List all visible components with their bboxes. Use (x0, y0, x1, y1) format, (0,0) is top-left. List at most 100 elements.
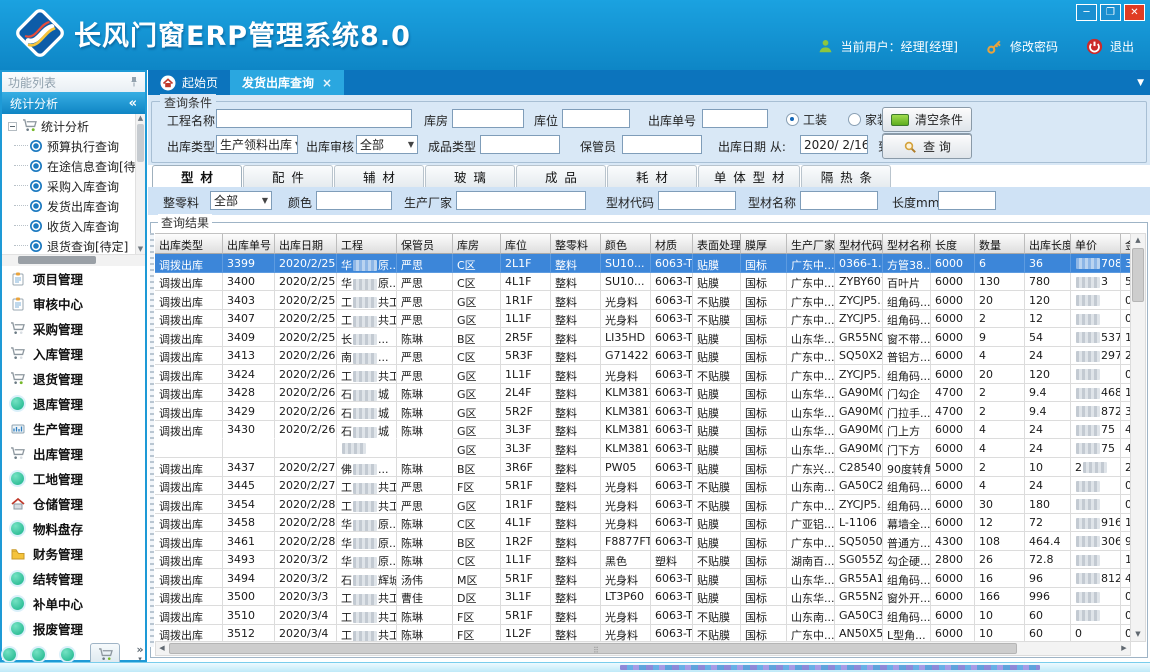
workwear-radio[interactable]: 工装 (786, 111, 827, 128)
scroll-down-icon[interactable]: ▼ (136, 245, 145, 254)
table-row[interactable]: 调拨出库34942020/3/2石辉城汤伟M区5R1F整料光身料6063-T5贴… (155, 569, 1131, 588)
dot-icon[interactable] (61, 648, 74, 661)
table-row[interactable]: 调拨出库34302020/2/26石城陈琳G区3L3F整料KLM38176063… (155, 421, 1131, 440)
column-header[interactable]: 出库类型 (155, 234, 223, 254)
table-horizontal-scrollbar[interactable]: ◀ ⠿ ▶ (155, 641, 1131, 656)
column-header[interactable]: 工程 (337, 234, 397, 254)
column-header[interactable]: 型材名称 (883, 234, 931, 254)
search-button[interactable]: 查 询 (882, 134, 972, 159)
change-password-link[interactable]: 修改密码 (1010, 38, 1058, 55)
sidebar-item-财务管理[interactable]: 财务管理 (2, 541, 145, 566)
tree-item[interactable]: 采购入库查询 (2, 176, 136, 196)
logout-link[interactable]: 退出 (1110, 38, 1134, 55)
tree-item[interactable]: 预算执行查询 (2, 136, 136, 156)
tree-horizontal-scrollbar[interactable] (2, 254, 145, 266)
profile-code-input[interactable] (658, 191, 736, 210)
column-header[interactable]: 库房 (453, 234, 501, 254)
material-tab-单体型材[interactable]: 单体型材 (698, 165, 800, 187)
close-button[interactable]: ✕ (1124, 4, 1145, 21)
material-tab-成品[interactable]: 成品 (516, 165, 606, 187)
sidebar-item-物料盘存[interactable]: 物料盘存 (2, 516, 145, 541)
scrollbar-thumb[interactable] (1132, 248, 1144, 302)
column-header[interactable]: 生产厂家 (787, 234, 835, 254)
expander-icon[interactable] (8, 122, 17, 131)
table-row[interactable]: 调拨出库34612020/2/28华原...陈琳B区1R2F整料F8877FT6… (155, 532, 1131, 551)
column-header[interactable]: 数量 (975, 234, 1025, 254)
column-header[interactable]: 型材代码 (835, 234, 883, 254)
product-type-input[interactable] (480, 135, 560, 154)
statistics-section-header[interactable]: 统计分析 « (2, 92, 145, 114)
sidebar-item-报废管理[interactable]: 报废管理 (2, 616, 145, 641)
column-header[interactable]: 颜色 (601, 234, 651, 254)
collapse-icon[interactable]: « (129, 96, 137, 111)
material-tab-耗材[interactable]: 耗材 (607, 165, 697, 187)
sidebar-item-出库管理[interactable]: 出库管理 (2, 441, 145, 466)
sidebar-item-项目管理[interactable]: 项目管理 (2, 266, 145, 291)
scroll-up-icon[interactable]: ▲ (1131, 234, 1145, 247)
tree-item[interactable]: 发货出库查询 (2, 196, 136, 216)
table-row[interactable]: 调拨出库34032020/2/25工共工程严思G区1R1F整料光身料6063-T… (155, 291, 1131, 310)
material-tab-型材[interactable]: 型材 (152, 165, 242, 187)
overflow-chevron-icon[interactable]: »▾ (136, 646, 143, 663)
table-row[interactable]: 调拨出库34542020/2/28工共工程严思G区1R1F整料光身料6063-T… (155, 495, 1131, 514)
sidebar-item-采购管理[interactable]: 采购管理 (2, 316, 145, 341)
scrollbar-thumb[interactable] (137, 124, 144, 162)
table-row[interactable]: G区3L3F整料KLM38176063-T5贴膜国标山东华...GA90M09.… (155, 439, 1131, 458)
table-row[interactable]: 调拨出库34092020/2/25长...陈琳B区2R5F整料LI35HD606… (155, 328, 1131, 347)
column-header[interactable]: 保管员 (397, 234, 453, 254)
table-row[interactable]: 调拨出库35002020/3/3工共工程曹佳D区3L1F整料LT3P606063… (155, 588, 1131, 607)
tree-item[interactable]: 退货查询[待定] (2, 236, 136, 254)
sidebar-item-补单中心[interactable]: 补单中心 (2, 591, 145, 616)
table-row[interactable]: 调拨出库33992020/2/25华原...严思C区2L1F整料SU10...6… (155, 254, 1131, 273)
tab-list-chevron-icon[interactable]: ▼ (1137, 78, 1144, 88)
sidebar-item-审核中心[interactable]: 审核中心 (2, 291, 145, 316)
table-row[interactable]: 调拨出库34582020/2/28华原...陈琳C区4L1F整料光身料6063-… (155, 514, 1131, 533)
material-tab-配件[interactable]: 配件 (243, 165, 333, 187)
sidebar-item-退库管理[interactable]: 退库管理 (2, 391, 145, 416)
sidebar-item-生产管理[interactable]: 生产管理 (2, 416, 145, 441)
table-row[interactable]: 调拨出库34072020/2/25工共工程严思G区1L1F整料光身料6063-T… (155, 310, 1131, 329)
sidebar-item-入库管理[interactable]: 入库管理 (2, 341, 145, 366)
dot-icon[interactable] (32, 648, 45, 661)
profile-name-input[interactable] (800, 191, 878, 210)
column-header[interactable]: 库位 (501, 234, 551, 254)
tab-起始页[interactable]: 起始页 (148, 70, 230, 95)
column-header[interactable]: 材质 (651, 234, 693, 254)
column-header[interactable]: 表面处理 (693, 234, 741, 254)
column-header[interactable]: 出库长度 (1025, 234, 1071, 254)
sidebar-item-仓储管理[interactable]: 仓储管理 (2, 491, 145, 516)
warehouse-input[interactable] (452, 109, 524, 128)
tree-item[interactable]: 在途信息查询[待 (2, 156, 136, 176)
keeper-input[interactable] (622, 135, 702, 154)
column-header[interactable]: 长度 (931, 234, 975, 254)
maximize-button[interactable]: ❐ (1100, 4, 1121, 21)
table-row[interactable]: 调拨出库34282020/2/26石城陈琳G区2L4F整料KLM38176063… (155, 384, 1131, 403)
close-tab-icon[interactable]: × (322, 76, 332, 90)
table-row[interactable]: 调拨出库34452020/2/27工共工程严思F区5R1F整料光身料6063-T… (155, 477, 1131, 496)
column-header[interactable]: 出库日期 (275, 234, 337, 254)
audit-select[interactable]: 全部▼ (356, 135, 418, 154)
scroll-left-icon[interactable]: ◀ (156, 642, 168, 654)
table-row[interactable]: 调拨出库34292020/2/26石城陈琳G区5R2F整料KLM38176063… (155, 402, 1131, 421)
scroll-right-icon[interactable]: ▶ (1118, 642, 1130, 654)
table-row[interactable]: 调拨出库35122020/3/4工共工程陈琳F区1L2F整料光身料6063-T5… (155, 625, 1131, 642)
sidebar-item-退货管理[interactable]: 退货管理 (2, 366, 145, 391)
table-row[interactable]: 调拨出库35102020/3/4工共工程陈琳F区5R1F整料光身料6063-T5… (155, 606, 1131, 625)
scroll-down-icon[interactable]: ▼ (1131, 628, 1145, 641)
column-header[interactable]: 整零料 (551, 234, 601, 254)
tree-root-item[interactable]: 统计分析 (2, 116, 136, 136)
factory-input[interactable] (456, 191, 586, 210)
material-tab-隔热条[interactable]: 隔热条 (801, 165, 891, 187)
color-input[interactable] (316, 191, 392, 210)
scroll-up-icon[interactable]: ▲ (136, 114, 145, 123)
wholepart-select[interactable]: 全部▼ (210, 191, 272, 210)
table-row[interactable]: 调拨出库34242020/2/26工共工程严思G区1L1F整料光身料6063-T… (155, 365, 1131, 384)
order-no-input[interactable] (702, 109, 768, 128)
material-tab-辅材[interactable]: 辅材 (334, 165, 424, 187)
column-header[interactable]: 膜厚 (741, 234, 787, 254)
sidebar-item-工地管理[interactable]: 工地管理 (2, 466, 145, 491)
column-header[interactable]: 出库单号 (223, 234, 275, 254)
location-input[interactable] (562, 109, 630, 128)
dot-icon[interactable] (3, 648, 16, 661)
length-input[interactable] (938, 191, 996, 210)
